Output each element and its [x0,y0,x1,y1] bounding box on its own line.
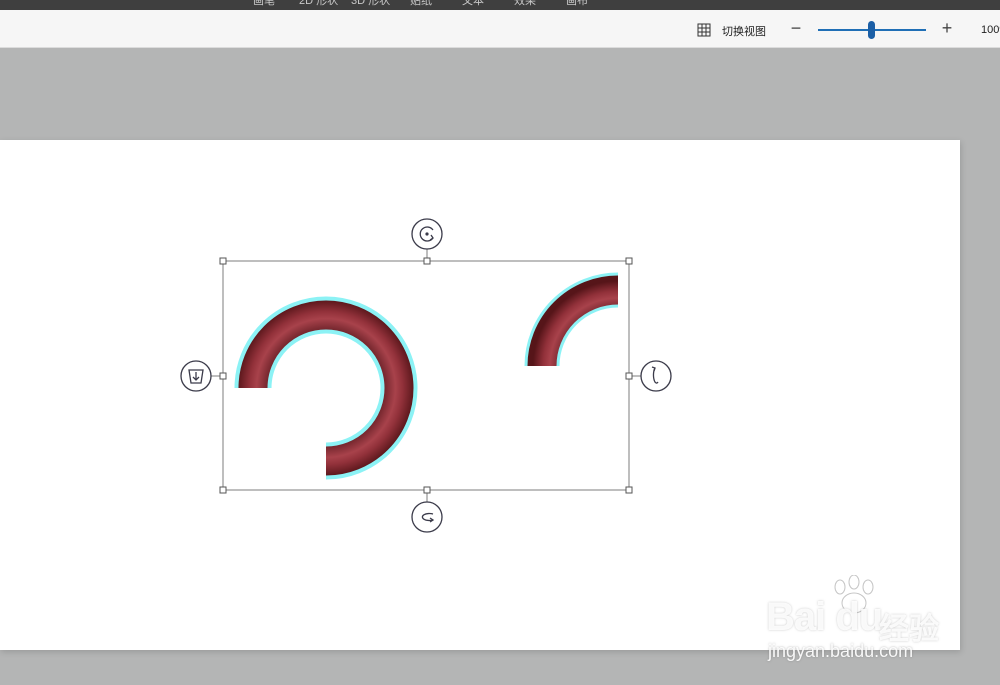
small-ring-segment[interactable] [524,272,619,367]
rotate-z-icon[interactable] [411,218,443,250]
baidu-watermark: Bai du 经验 jingyan.baidu.com [766,575,966,670]
resize-handle-top-left[interactable] [219,257,227,265]
watermark-url: jingyan.baidu.com [768,641,914,661]
resize-handle-bottom[interactable] [423,486,431,494]
resize-handle-bottom-left[interactable] [219,486,227,494]
resize-handle-top-right[interactable] [625,257,633,265]
large-ring-segment[interactable] [234,296,418,480]
resize-handle-left[interactable] [219,372,227,380]
resize-handle-top[interactable] [423,257,431,265]
resize-handle-bottom-right[interactable] [625,486,633,494]
resize-handle-right[interactable] [625,372,633,380]
depth-push-icon[interactable] [180,360,212,392]
rotate-y-icon[interactable] [640,360,672,392]
rotate-x-icon[interactable] [411,501,443,533]
watermark-brand: Bai du [766,595,883,639]
